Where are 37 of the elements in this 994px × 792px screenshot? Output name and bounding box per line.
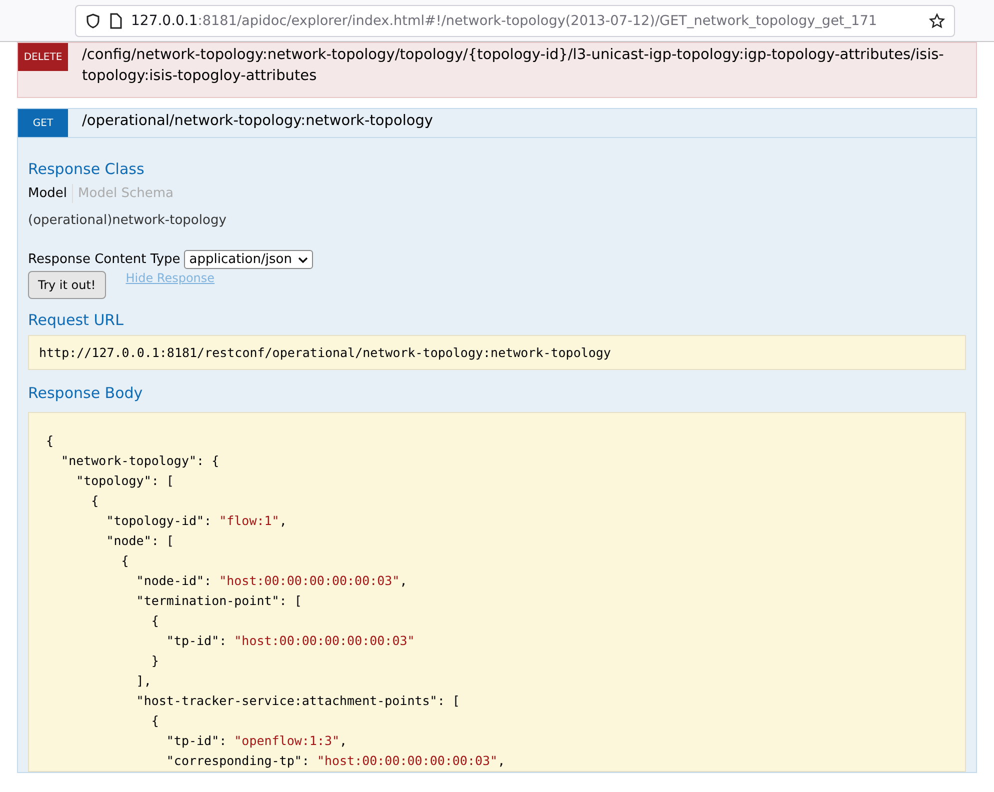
endpoint-path[interactable]: /operational/network-topology:network-topology [82,111,972,132]
code-line: "termination-point": [ [135,592,303,610]
endpoint-path[interactable]: /config/network-topology:network-topology/topology/{topology-id}/l3-unicast-igp-topology:igp-topology-attributes/isis-topology:isis-topogloy-attributes [82,45,972,87]
code-line: "host-tracker-service:attachment-points": [ [135,692,461,710]
code-line: { [150,612,160,630]
code-line: "tp-id": "openflow:1:3", [165,732,348,750]
code-line: } [150,652,160,670]
address-bar[interactable]: 127.0.0.1:8181/apidoc/explorer/index.html#!/network-topology(2013-07-12)/GET_network_topology_get_171 [75,4,955,36]
code-line: "topology": [ [75,472,175,490]
chevron-icon [298,256,308,262]
code-line: { [150,712,160,730]
code-line: "node": [ [105,532,175,550]
try-it-out-button[interactable]: Try it out! [28,271,106,299]
model-tab[interactable]: Model [28,184,74,203]
code-line: { [120,552,130,570]
section-heading: Request URL [28,311,124,329]
code-line: "node-id": "host:00:00:00:00:00:03", [135,572,408,590]
code-line: "network-topology": { [60,452,220,470]
content-type-label: Response Content Type [28,252,180,267]
code-line: "corresponding-tp": "host:00:00:00:00:00:03", [165,752,506,770]
page-icon [109,12,123,28]
star-icon[interactable] [929,12,945,28]
url-path: :8181/apidoc/explorer/index.html#!/network-topology(2013-07-12)/GET_network_topology_get_171 [198,12,878,28]
code-line: "topology-id": "flow:1", [105,512,288,530]
code-line: "tp-id": "host:00:00:00:00:00:03" [165,632,416,650]
code-line: { [46,432,55,450]
code-line: ], [135,672,152,690]
section-heading: Response Body [28,384,144,402]
section-heading: Response Class [28,160,146,178]
request-url: http://127.0.0.1:8181/restconf/operational/network-topology:network-topology [28,335,966,370]
method-badge[interactable]: GET [18,109,68,137]
model-name: (operational)network-topology [28,213,228,228]
url-host: 127.0.0.1 [131,12,198,28]
content-type-select[interactable]: application/json [184,250,313,269]
code-line: { [90,492,100,510]
shield-icon [85,12,101,28]
method-badge[interactable]: DELETE [18,43,68,71]
